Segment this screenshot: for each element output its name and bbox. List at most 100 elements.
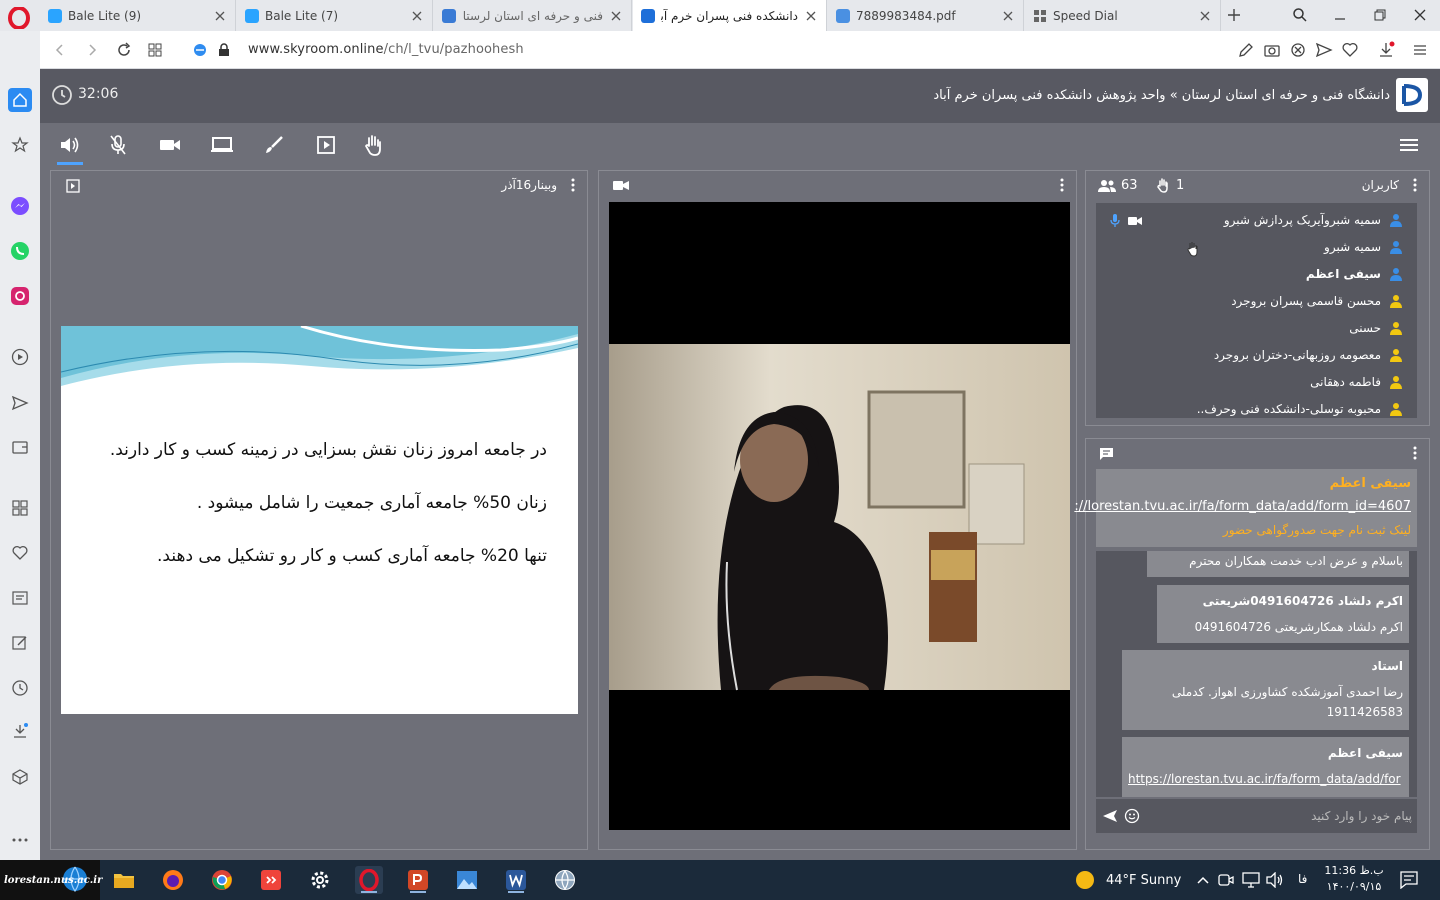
user-list-item[interactable]: حسنی [1349,318,1403,338]
tab-bale-2[interactable]: Bale Lite (7) [237,0,433,31]
user-list-item[interactable]: محسن قاسمی پسران بروجرد [1231,291,1403,311]
send-icon[interactable] [1102,809,1118,823]
taskbar-settings[interactable] [306,866,334,894]
taskbar-network-app[interactable] [551,866,579,894]
presentation-icon[interactable] [66,179,80,193]
close-tab-icon[interactable] [609,9,623,23]
easy-setup-icon[interactable] [1410,40,1430,60]
back-button[interactable] [50,40,70,60]
secure-lock[interactable] [214,40,234,60]
close-tab-icon[interactable] [410,9,424,23]
sidebar-messenger[interactable] [8,194,32,218]
raise-hand-button[interactable] [360,133,386,157]
message-link[interactable]: https://lorestan.tvu.ac.ir/fa/form_data/… [1128,769,1403,789]
edit-icon[interactable] [1236,40,1256,60]
input-language[interactable]: فا [1298,872,1307,886]
sidebar-wallet[interactable] [8,435,32,459]
tab-speed-dial[interactable]: Speed Dial [1025,0,1221,31]
user-list-item[interactable]: معصومه روزبهانی-دختران بروجرد [1214,345,1403,365]
sidebar-whatsapp[interactable] [8,239,32,263]
sidebar-favorites[interactable] [8,541,32,565]
sidebar-extensions[interactable] [8,765,32,789]
notifications-icon[interactable] [1400,871,1418,889]
camera-button[interactable] [157,133,183,157]
user-list-item[interactable]: سمیه شبرو [1324,237,1403,257]
whiteboard-button[interactable] [261,133,287,157]
more-vertical-icon[interactable] [1060,178,1064,192]
close-tab-icon[interactable] [1198,9,1212,23]
close-tab-icon[interactable] [213,9,227,23]
running-app-indicator [410,891,426,893]
sidebar-more[interactable] [8,828,32,852]
emoji-icon[interactable] [1124,808,1140,824]
system-clock[interactable]: 11:36 ب.ظ ۱۴۰۰/۰۹/۱۵ [1324,863,1384,897]
close-tab-icon[interactable] [804,9,818,23]
pinned-link[interactable]: ://lorestan.tvu.ac.ir/fa/form_data/add/f… [1074,499,1411,514]
sidebar-player[interactable] [8,345,32,369]
user-list-item[interactable]: سیفی اعظم [1306,264,1403,284]
tab-tvu-lorestan[interactable]: فنی و حرفه ای استان لرستان [434,0,632,31]
main-menu-button[interactable] [1396,133,1422,157]
tab-skyroom-active[interactable]: دانشکده فنی پسران خرم آباد [633,0,827,31]
user-list-item[interactable]: فاطمه دهقانی [1310,372,1403,392]
chat-message-input[interactable] [1150,805,1412,827]
sidebar-news[interactable] [8,586,32,610]
taskbar-firefox[interactable] [159,866,187,894]
reload-button[interactable] [114,40,134,60]
taskbar-powerpoint[interactable] [404,866,432,894]
photos-icon [457,871,477,889]
tab-bale-1[interactable]: Bale Lite (9) [40,0,236,31]
meet-now-icon[interactable] [1218,872,1234,888]
close-window-button[interactable] [1406,4,1434,26]
heart-icon[interactable] [1340,40,1360,60]
pinned-sender: سیفی اعظم [1329,476,1411,491]
mic-toggle-button[interactable] [105,133,131,157]
camera-snapshot-icon[interactable] [1262,40,1282,60]
pinned-message: سیفی اعظم ://lorestan.tvu.ac.ir/fa/form_… [1074,469,1417,547]
url-text[interactable]: www.skyroom.online/ch/l_tvu/pazhoohesh [248,42,524,57]
sidebar-history[interactable] [8,676,32,700]
tabs-grid-button[interactable] [145,40,165,60]
minimize-button[interactable] [1326,4,1354,26]
media-button[interactable] [313,133,339,157]
downloads-icon[interactable] [1376,40,1396,60]
block-ads-icon[interactable] [1288,40,1308,60]
volume-icon[interactable] [1266,872,1284,888]
sidebar-home[interactable] [8,88,32,112]
close-tab-icon[interactable] [1001,9,1015,23]
sidebar-bookmarks[interactable] [8,133,32,157]
webcam-video[interactable] [609,202,1070,830]
user-list-item[interactable]: محبوبه توسلی-دانشکده فنی وحرف.. [1197,399,1403,418]
new-tab-icon[interactable] [1226,7,1242,23]
more-vertical-icon[interactable] [571,178,575,192]
send-icon[interactable] [1314,40,1334,60]
more-vertical-icon[interactable] [1413,446,1417,460]
user-list-item[interactable]: سمیه شبروآیریک پردازش شبرو [1224,210,1403,230]
user-name: فاطمه دهقانی [1310,375,1381,389]
taskbar-chrome[interactable] [208,866,236,894]
chevron-up-icon[interactable] [1196,874,1210,886]
opera-logo-icon[interactable] [8,7,30,29]
taskbar-anydesk[interactable] [257,866,285,894]
speaker-button[interactable] [57,133,83,157]
forward-button[interactable] [82,40,102,60]
sidebar-pinboard[interactable] [8,631,32,655]
restore-button[interactable] [1366,4,1394,26]
sidebar-downloads[interactable] [8,719,32,743]
taskbar-photos[interactable] [453,866,481,894]
taskbar-opera[interactable] [355,866,383,894]
more-vertical-icon[interactable] [1413,178,1417,192]
weather-widget[interactable]: 44°F Sunny [1074,860,1181,900]
vpn-badge[interactable] [190,40,210,60]
sidebar-flow[interactable] [8,391,32,415]
screen-share-button[interactable] [209,133,235,157]
sidebar-instagram[interactable] [8,284,32,308]
start-button[interactable]: lorestan.nus.ac.ir [0,860,102,900]
taskbar-word[interactable] [502,866,530,894]
chat-message: استاد رضا احمدی آموزشکده کشاورزی اهواز. … [1122,650,1409,730]
tab-pdf[interactable]: 7889983484.pdf [828,0,1024,31]
taskbar-file-explorer[interactable] [110,866,138,894]
search-tabs-button[interactable] [1286,4,1314,26]
network-icon[interactable] [1242,872,1260,888]
sidebar-speed-dial[interactable] [8,496,32,520]
